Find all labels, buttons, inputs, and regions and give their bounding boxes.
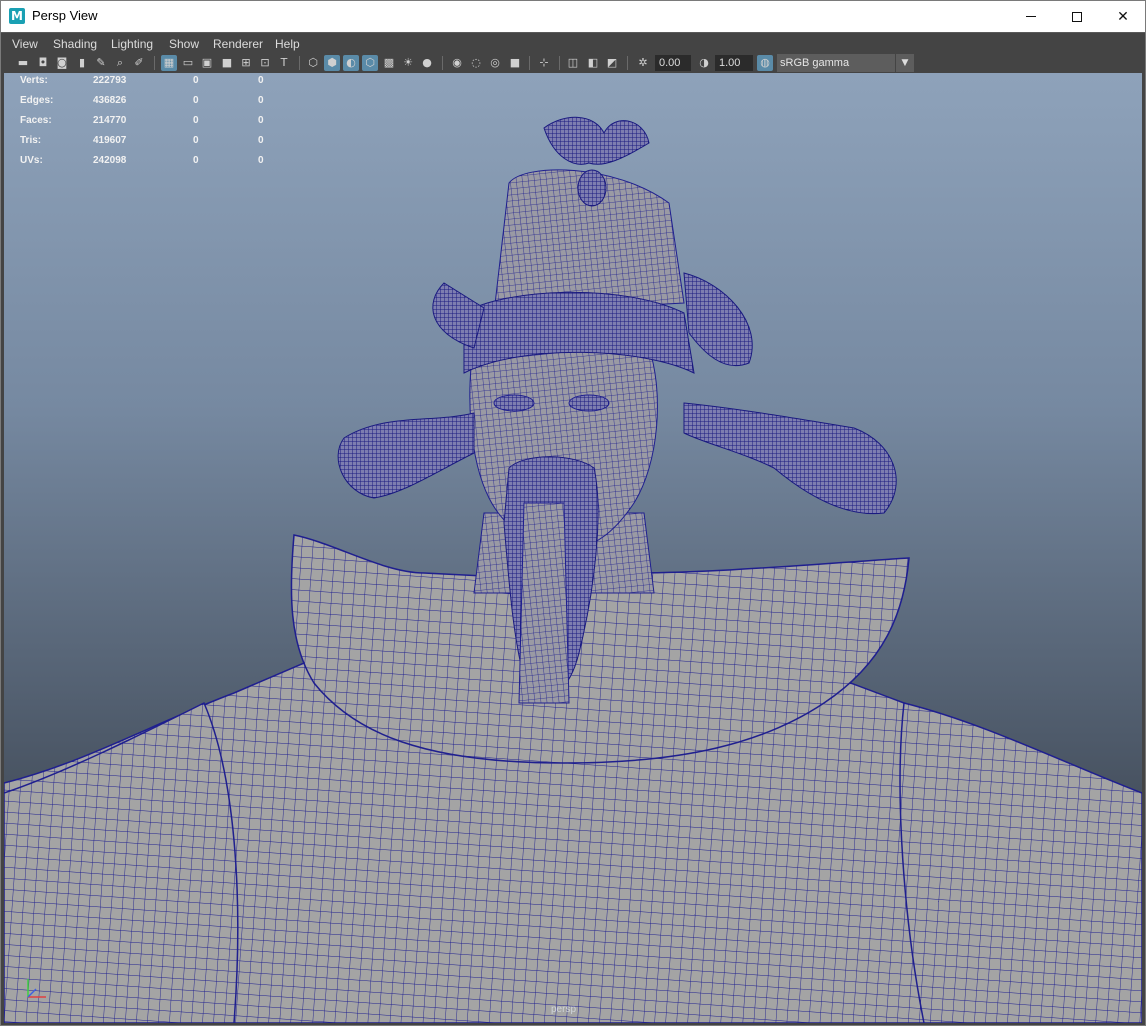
toolbar-separator [529,56,530,70]
menu-shading[interactable]: Shading [53,37,97,51]
right-hat-wing [683,402,897,515]
beard-center [518,502,570,704]
menu-bar: View Shading Lighting Show Renderer Help [1,32,1145,53]
close-button[interactable]: ✕ [1100,1,1146,32]
hud-total: 436826 [93,95,127,106]
use-all-lights-icon[interactable]: ☀ [400,55,416,71]
chevron-down-icon[interactable]: ▼ [895,54,914,72]
camera-attributes-icon[interactable]: ◙ [54,55,70,71]
exposure-field[interactable]: 0.00 [655,55,691,71]
hud-label: Tris: [20,135,42,146]
gamma-icon[interactable]: ◑ [696,55,712,71]
hud-label: Edges: [20,95,54,106]
menu-lighting[interactable]: Lighting [111,37,153,51]
persp-viewport[interactable]: Verts: 222793 0 0 Edges: 436826 0 0 Face… [4,73,1142,1023]
view-transform-select[interactable]: sRGB gamma [777,54,914,72]
window-title: Persp View [32,8,98,23]
hud-component: 0 [258,135,264,146]
hud-selected: 0 [193,75,199,86]
hud-component: 0 [258,75,264,86]
hud-total: 242098 [93,155,127,166]
right-sleeve [899,702,1142,1023]
toolbar-separator [442,56,443,70]
wireframe-icon[interactable]: ⬡ [305,55,321,71]
menu-show[interactable]: Show [169,37,199,51]
grease-pencil-icon[interactable]: ✐ [131,55,147,71]
shadows-icon[interactable]: ● [419,55,435,71]
hud-label: Verts: [20,75,48,86]
maya-viewport-window: M Persp View ✕ View Shading Lighting Sho… [0,0,1146,1026]
hud-label: Faces: [20,115,52,126]
grid-icon[interactable]: ▦ [161,55,177,71]
maya-app-icon: M [9,8,25,24]
safe-title-icon[interactable]: T [276,55,292,71]
toolbar-separator [299,56,300,70]
hud-label: UVs: [20,155,43,166]
toolbar-separator [154,56,155,70]
2d-pan-zoom-icon[interactable]: ⌕ [112,55,128,71]
hud-selected: 0 [193,155,199,166]
lock-camera-icon[interactable]: ◘ [35,55,51,71]
close-icon: ✕ [1117,8,1129,25]
left-eye [493,394,535,412]
hud-component: 0 [258,155,264,166]
motion-blur-icon[interactable]: ◧ [585,55,601,71]
film-gate-icon[interactable]: ▭ [180,55,196,71]
safe-action-icon[interactable]: ⊡ [257,55,273,71]
exposure-icon[interactable]: ✲ [635,55,651,71]
hud-component: 0 [258,95,264,106]
maximize-icon [1072,11,1082,22]
wireframe-on-shaded-icon[interactable]: ⬡ [362,55,378,71]
use-default-material-icon[interactable]: ◐ [343,55,359,71]
isolate-select-icon[interactable]: ⊹ [536,55,552,71]
gamma-field[interactable]: 1.00 [715,55,753,71]
field-chart-icon[interactable]: ⊞ [238,55,254,71]
view-axis-icon [27,979,46,998]
multisample-aa-icon[interactable]: ◫ [565,55,581,71]
hud-selected: 0 [193,135,199,146]
hat-top-ornament [543,116,650,165]
hud-component: 0 [258,115,264,126]
hud-total: 222793 [93,75,127,86]
right-eye [568,394,610,412]
color-management-toggle-icon[interactable]: ◍ [757,55,773,71]
smooth-shade-icon[interactable]: ⬢ [324,55,340,71]
resolution-gate-icon[interactable]: ▣ [199,55,215,71]
hat-medallion [577,169,607,207]
select-camera-icon[interactable]: ▬ [15,55,31,71]
ambient-occlusion-icon[interactable]: ■ [507,55,523,71]
gate-mask-icon[interactable]: ■ [219,55,235,71]
xray-joints-icon[interactable]: ◌ [468,55,484,71]
bookmark-icon[interactable]: ▮ [74,55,90,71]
right-wing-upper [683,272,753,367]
character-mesh [4,116,1142,1023]
depth-of-field-icon[interactable]: ◩ [604,55,620,71]
image-plane-icon[interactable]: ✎ [93,55,109,71]
textured-icon[interactable]: ▩ [381,55,397,71]
hud-total: 214770 [93,115,127,126]
toolbar-separator [627,56,628,70]
hud-total: 419607 [93,135,127,146]
maximize-button[interactable] [1054,1,1100,32]
left-hat-wing [337,412,475,499]
hud-selected: 0 [193,95,199,106]
xray-icon[interactable]: ◉ [449,55,465,71]
xray-components-icon[interactable]: ◎ [487,55,503,71]
left-wing-upper [432,282,485,349]
menu-renderer[interactable]: Renderer [213,37,263,51]
camera-name-label: persp [551,1004,577,1015]
hud-selected: 0 [193,115,199,126]
minimize-button[interactable] [1008,1,1054,32]
panel-toolbar: ▬ ◘ ◙ ▮ ✎ ⌕ ✐ ▦ ▭ ▣ ■ ⊞ ⊡ T ⬡ ⬢ ◐ ⬡ ▩ ☀ … [1,53,1145,73]
menu-view[interactable]: View [12,37,38,51]
title-bar: M Persp View ✕ [1,1,1145,32]
menu-help[interactable]: Help [275,37,300,51]
minimize-icon [1026,16,1036,17]
toolbar-separator [559,56,560,70]
